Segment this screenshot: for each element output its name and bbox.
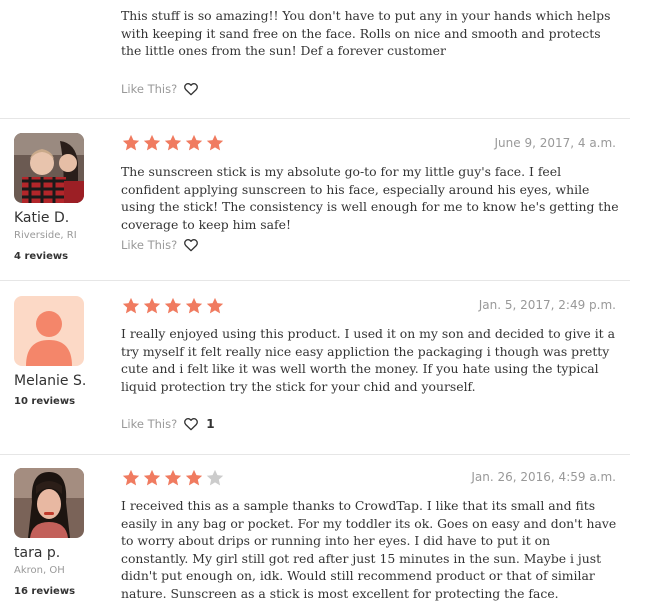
- review-divider: [0, 280, 630, 281]
- star-filled-icon: [122, 297, 140, 314]
- star-rating: [121, 468, 225, 488]
- star-filled-icon: [164, 297, 182, 314]
- review-text: I really enjoyed using this product. I u…: [121, 326, 615, 394]
- like-row: Like This?: [121, 236, 199, 254]
- star-filled-icon: [143, 134, 161, 151]
- like-count: 1: [206, 417, 215, 431]
- like-row: Like This? 1: [121, 415, 215, 433]
- review-date: June 9, 2017, 4 a.m.: [494, 136, 617, 150]
- star-rating: [121, 133, 225, 153]
- user-name[interactable]: Katie D.: [14, 210, 69, 226]
- like-label: Like This?: [121, 238, 178, 252]
- star-filled-icon: [122, 469, 140, 486]
- review-divider: [0, 454, 630, 455]
- review-date: Jan. 5, 2017, 2:49 p.m.: [478, 298, 616, 312]
- user-name[interactable]: tara p.: [14, 545, 60, 561]
- star-filled-icon: [143, 297, 161, 314]
- review-text: This stuff is so amazing!! You don't hav…: [121, 8, 611, 58]
- avatar: [14, 296, 84, 366]
- star-filled-icon: [122, 134, 140, 151]
- star-rating: [121, 296, 225, 316]
- like-label: Like This?: [121, 417, 178, 431]
- avatar: [14, 468, 84, 538]
- star-empty-icon: [206, 469, 224, 486]
- star-filled-icon: [185, 134, 203, 151]
- user-location: Riverside, RI: [14, 230, 77, 241]
- user-name[interactable]: Melanie S.: [14, 373, 86, 389]
- avatar: [14, 133, 84, 203]
- star-filled-icon: [206, 134, 224, 151]
- user-review-count[interactable]: 10 reviews: [14, 396, 75, 407]
- heart-icon[interactable]: [183, 237, 199, 253]
- star-filled-icon: [185, 297, 203, 314]
- user-review-count[interactable]: 4 reviews: [14, 251, 68, 262]
- star-filled-icon: [206, 297, 224, 314]
- star-filled-icon: [164, 469, 182, 486]
- star-filled-icon: [185, 469, 203, 486]
- review-date: Jan. 26, 2016, 4:59 a.m.: [471, 470, 616, 484]
- like-label: Like This?: [121, 82, 178, 96]
- heart-icon[interactable]: [183, 81, 199, 97]
- star-filled-icon: [143, 469, 161, 486]
- review-text: The sunscreen stick is my absolute go-to…: [121, 164, 619, 232]
- review-divider: [0, 118, 630, 119]
- user-location: Akron, OH: [14, 565, 65, 576]
- like-row: Like This?: [121, 80, 199, 98]
- review-text: I received this as a sample thanks to Cr…: [121, 498, 617, 601]
- star-filled-icon: [164, 134, 182, 151]
- user-review-count[interactable]: 16 reviews: [14, 586, 75, 597]
- heart-icon[interactable]: [183, 416, 199, 432]
